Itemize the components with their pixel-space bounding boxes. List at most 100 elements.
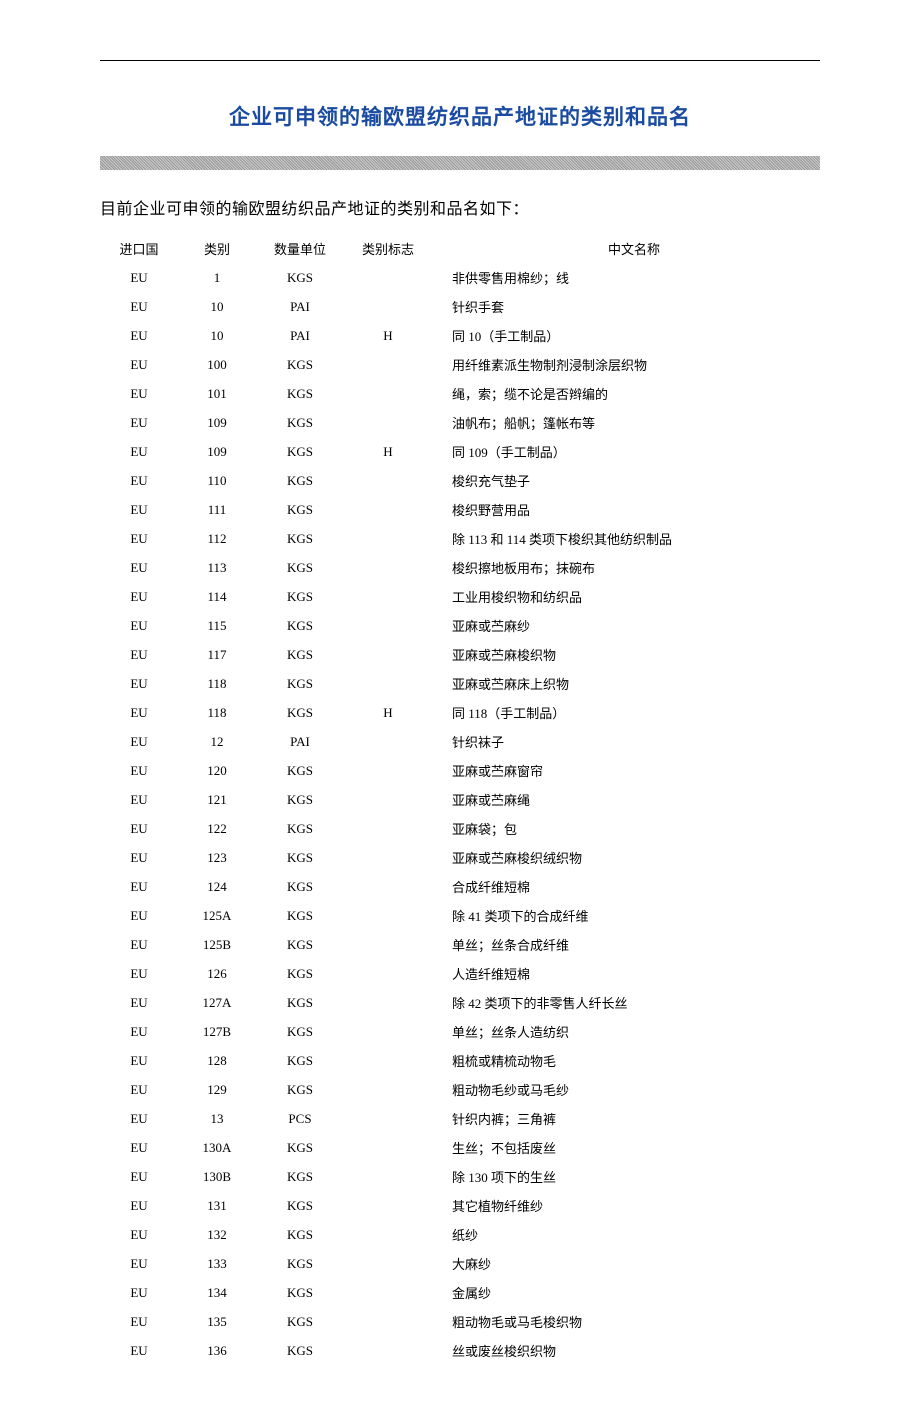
cell-country: EU xyxy=(100,1220,178,1249)
cell-country: EU xyxy=(100,1046,178,1075)
cell-name: 除 113 和 114 类项下梭织其他纺织制品 xyxy=(432,524,820,553)
table-row: EU1KGS非供零售用棉纱；线 xyxy=(100,263,820,292)
table-row: EU112KGS除 113 和 114 类项下梭织其他纺织制品 xyxy=(100,524,820,553)
cell-category: 101 xyxy=(178,379,256,408)
cell-category: 117 xyxy=(178,640,256,669)
cell-category: 130A xyxy=(178,1133,256,1162)
table-row: EU114KGS工业用梭织物和纺织品 xyxy=(100,582,820,611)
table-row: EU12PAI针织袜子 xyxy=(100,727,820,756)
table-row: EU130AKGS生丝；不包括废丝 xyxy=(100,1133,820,1162)
cell-flag xyxy=(344,785,432,814)
cell-unit: KGS xyxy=(256,872,344,901)
cell-country: EU xyxy=(100,1133,178,1162)
cell-name: 粗动物毛纱或马毛纱 xyxy=(432,1075,820,1104)
cell-flag xyxy=(344,292,432,321)
cell-unit: KGS xyxy=(256,466,344,495)
cell-category: 124 xyxy=(178,872,256,901)
cell-flag xyxy=(344,727,432,756)
cell-category: 128 xyxy=(178,1046,256,1075)
cell-flag xyxy=(344,1249,432,1278)
table-row: EU125AKGS除 41 类项下的合成纤维 xyxy=(100,901,820,930)
cell-category: 135 xyxy=(178,1307,256,1336)
cell-country: EU xyxy=(100,843,178,872)
cell-category: 129 xyxy=(178,1075,256,1104)
header-flag: 类别标志 xyxy=(344,234,432,263)
table-row: EU123KGS亚麻或苎麻梭织绒织物 xyxy=(100,843,820,872)
cell-category: 109 xyxy=(178,408,256,437)
cell-name: 人造纤维短棉 xyxy=(432,959,820,988)
cell-country: EU xyxy=(100,988,178,1017)
cell-unit: KGS xyxy=(256,785,344,814)
cell-country: EU xyxy=(100,959,178,988)
cell-name: 粗动物毛或马毛梭织物 xyxy=(432,1307,820,1336)
cell-flag: H xyxy=(344,437,432,466)
cell-name: 亚麻袋；包 xyxy=(432,814,820,843)
cell-flag xyxy=(344,814,432,843)
cell-name: 针织袜子 xyxy=(432,727,820,756)
cell-unit: KGS xyxy=(256,698,344,727)
table-row: EU132KGS纸纱 xyxy=(100,1220,820,1249)
cell-category: 10 xyxy=(178,321,256,350)
cell-category: 1 xyxy=(178,263,256,292)
cell-flag xyxy=(344,669,432,698)
cell-country: EU xyxy=(100,814,178,843)
cell-category: 115 xyxy=(178,611,256,640)
cell-unit: KGS xyxy=(256,582,344,611)
cell-name: 单丝；丝条合成纤维 xyxy=(432,930,820,959)
cell-country: EU xyxy=(100,1336,178,1365)
cell-name: 同 10（手工制品） xyxy=(432,321,820,350)
table-row: EU124KGS合成纤维短棉 xyxy=(100,872,820,901)
table-row: EU127AKGS除 42 类项下的非零售人纤长丝 xyxy=(100,988,820,1017)
cell-unit: KGS xyxy=(256,495,344,524)
cell-category: 125A xyxy=(178,901,256,930)
cell-flag: H xyxy=(344,698,432,727)
cell-unit: KGS xyxy=(256,1336,344,1365)
cell-unit: KGS xyxy=(256,1307,344,1336)
cell-unit: KGS xyxy=(256,611,344,640)
cell-name: 金属纱 xyxy=(432,1278,820,1307)
cell-name: 丝或废丝梭织织物 xyxy=(432,1336,820,1365)
cell-category: 133 xyxy=(178,1249,256,1278)
cell-unit: KGS xyxy=(256,524,344,553)
cell-flag: H xyxy=(344,321,432,350)
cell-name: 绳，索；缆不论是否辫编的 xyxy=(432,379,820,408)
cell-category: 112 xyxy=(178,524,256,553)
cell-flag xyxy=(344,930,432,959)
cell-category: 126 xyxy=(178,959,256,988)
cell-flag xyxy=(344,495,432,524)
cell-name: 大麻纱 xyxy=(432,1249,820,1278)
cell-unit: KGS xyxy=(256,640,344,669)
cell-unit: KGS xyxy=(256,350,344,379)
cell-country: EU xyxy=(100,1249,178,1278)
table-row: EU130BKGS除 130 项下的生丝 xyxy=(100,1162,820,1191)
cell-unit: KGS xyxy=(256,988,344,1017)
cell-country: EU xyxy=(100,669,178,698)
cell-flag xyxy=(344,1278,432,1307)
cell-flag xyxy=(344,582,432,611)
cell-flag xyxy=(344,1046,432,1075)
cell-unit: PAI xyxy=(256,321,344,350)
cell-flag xyxy=(344,843,432,872)
cell-flag xyxy=(344,756,432,785)
header-unit: 数量单位 xyxy=(256,234,344,263)
cell-country: EU xyxy=(100,901,178,930)
cell-flag xyxy=(344,1336,432,1365)
cell-flag xyxy=(344,524,432,553)
cell-unit: KGS xyxy=(256,1278,344,1307)
table-row: EU136KGS丝或废丝梭织织物 xyxy=(100,1336,820,1365)
cell-category: 121 xyxy=(178,785,256,814)
cell-country: EU xyxy=(100,379,178,408)
cell-category: 127A xyxy=(178,988,256,1017)
cell-category: 130B xyxy=(178,1162,256,1191)
cell-category: 111 xyxy=(178,495,256,524)
cell-country: EU xyxy=(100,1278,178,1307)
table-row: EU131KGS其它植物纤维纱 xyxy=(100,1191,820,1220)
table-row: EU134KGS金属纱 xyxy=(100,1278,820,1307)
cell-country: EU xyxy=(100,698,178,727)
cell-flag xyxy=(344,379,432,408)
cell-flag xyxy=(344,466,432,495)
cell-flag xyxy=(344,1133,432,1162)
cell-category: 12 xyxy=(178,727,256,756)
cell-category: 13 xyxy=(178,1104,256,1133)
cell-unit: KGS xyxy=(256,1249,344,1278)
